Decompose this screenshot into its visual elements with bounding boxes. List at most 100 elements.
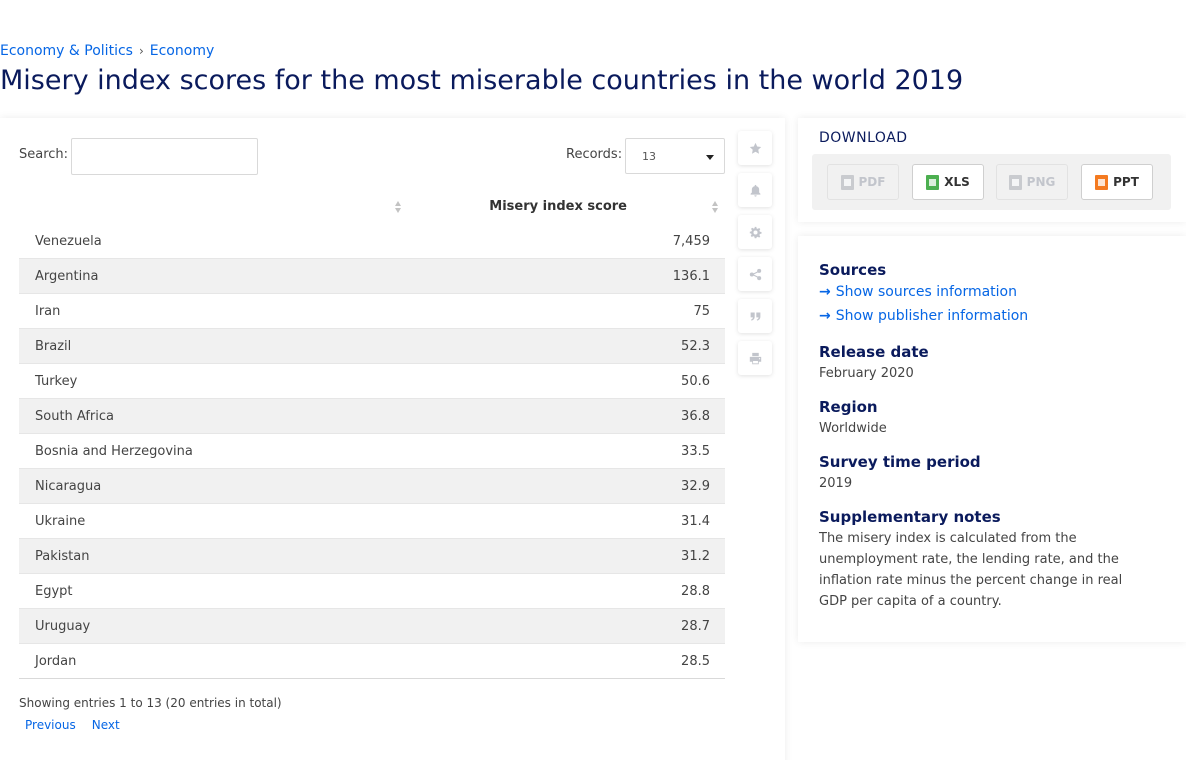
table-row: South Africa 36.8 [19, 399, 725, 434]
country-cell: Venezuela [35, 233, 102, 249]
records-label: Records: [566, 147, 623, 162]
country-cell: Nicaragua [35, 478, 102, 494]
breadcrumb: Economy & Politics › Economy [0, 43, 214, 59]
table-row: Ukraine 31.4 [19, 504, 725, 539]
column-header-score-label: Misery index score [489, 199, 627, 214]
favorite-button[interactable] [738, 131, 772, 165]
country-cell: South Africa [35, 408, 114, 424]
table-row: Turkey 50.6 [19, 364, 725, 399]
quote-icon [750, 311, 760, 321]
download-panel: DOWNLOAD PDF XLS PNG PPT [798, 118, 1186, 222]
supplementary-notes-text: The misery index is calculated from the … [819, 531, 1123, 609]
country-cell: Bosnia and Herzegovina [35, 443, 193, 459]
score-cell: 33.5 [681, 443, 710, 459]
download-ppt-label: PPT [1113, 175, 1139, 189]
download-title: DOWNLOAD [819, 130, 908, 146]
score-cell: 28.8 [681, 583, 710, 599]
records-select-value: 13 [642, 150, 656, 163]
score-cell: 7,459 [672, 233, 710, 249]
pdf-file-icon [840, 174, 854, 190]
region-value: Worldwide [819, 421, 887, 436]
star-icon [749, 142, 761, 154]
page-title: Misery index scores for the most miserab… [0, 65, 964, 96]
country-cell: Turkey [35, 373, 78, 389]
table-row: Uruguay 28.7 [19, 609, 725, 644]
cite-button[interactable] [738, 299, 772, 333]
country-cell: Argentina [35, 268, 99, 284]
info-panel: Sources → Show sources information → Sho… [798, 236, 1186, 642]
country-cell: Brazil [35, 338, 72, 354]
table-row: Bosnia and Herzegovina 33.5 [19, 434, 725, 469]
breadcrumb-economy-politics[interactable]: Economy & Politics [0, 43, 133, 59]
country-cell: Egypt [35, 583, 73, 599]
sort-icon [395, 201, 402, 214]
pager: Previous Next [25, 718, 120, 732]
share-button[interactable] [738, 257, 772, 291]
gear-icon [749, 226, 762, 238]
arrow-right-icon: → [819, 308, 831, 324]
show-publisher-link[interactable]: → Show publisher information [819, 308, 1028, 324]
breadcrumb-separator: › [138, 44, 144, 58]
country-cell: Iran [35, 303, 61, 319]
chevron-down-icon [706, 155, 714, 160]
table-row: Argentina 136.1 [19, 259, 725, 294]
next-page-link[interactable]: Next [92, 718, 120, 732]
previous-page-link[interactable]: Previous [25, 718, 76, 732]
search-input[interactable] [71, 138, 258, 175]
score-cell: 52.3 [681, 338, 710, 354]
release-date-value: February 2020 [819, 366, 914, 381]
download-bar: PDF XLS PNG PPT [812, 154, 1171, 210]
country-cell: Pakistan [35, 548, 90, 564]
download-xls-label: XLS [944, 175, 970, 189]
download-ppt-button[interactable]: PPT [1081, 164, 1153, 200]
table-row: Nicaragua 32.9 [19, 469, 725, 504]
show-sources-link[interactable]: → Show sources information [819, 284, 1017, 300]
region-heading: Region [819, 398, 878, 416]
score-cell: 28.5 [681, 653, 710, 669]
arrow-right-icon: → [819, 284, 831, 300]
score-cell: 50.6 [681, 373, 710, 389]
xls-file-icon [926, 174, 940, 190]
breadcrumb-economy[interactable]: Economy [150, 43, 214, 59]
country-cell: Ukraine [35, 513, 86, 529]
table-row: Brazil 52.3 [19, 329, 725, 364]
share-icon [749, 268, 761, 280]
show-publisher-label: Show publisher information [835, 308, 1029, 324]
survey-period-value: 2019 [819, 476, 853, 491]
bell-icon [750, 184, 760, 197]
download-pdf-button[interactable]: PDF [827, 164, 899, 200]
country-cell: Uruguay [35, 618, 91, 634]
score-cell: 36.8 [681, 408, 710, 424]
country-cell: Jordan [35, 653, 77, 669]
notification-button[interactable] [738, 173, 772, 207]
score-cell: 28.7 [681, 618, 710, 634]
pagination-info: Showing entries 1 to 13 (20 entries in t… [19, 696, 282, 710]
table-row: Iran 75 [19, 294, 725, 329]
sources-heading: Sources [819, 261, 887, 279]
data-table: Venezuela 7,459 Argentina 136.1 Iran 75 Brazil… [19, 224, 725, 679]
score-cell: 31.4 [681, 513, 710, 529]
show-sources-label: Show sources information [835, 284, 1017, 300]
release-date-heading: Release date [819, 343, 929, 361]
table-row: Jordan 28.5 [19, 644, 725, 679]
score-cell: 31.2 [681, 548, 710, 564]
column-header-score[interactable]: Misery index score [412, 192, 725, 222]
download-xls-button[interactable]: XLS [912, 164, 984, 200]
supplementary-notes-heading: Supplementary notes [819, 508, 1001, 526]
search-label: Search: [19, 147, 69, 162]
download-png-label: PNG [1026, 175, 1056, 189]
settings-button[interactable] [738, 215, 772, 249]
survey-period-heading: Survey time period [819, 453, 981, 471]
table-row: Egypt 28.8 [19, 574, 725, 609]
column-header-country[interactable] [19, 192, 409, 222]
score-cell: 75 [693, 303, 710, 319]
table-row: Venezuela 7,459 [19, 224, 725, 259]
table-row: Pakistan 31.2 [19, 539, 725, 574]
png-file-icon [1008, 174, 1022, 190]
records-select[interactable]: 13 [625, 138, 725, 174]
download-png-button[interactable]: PNG [996, 164, 1068, 200]
print-button[interactable] [738, 341, 772, 375]
download-pdf-label: PDF [858, 175, 886, 189]
ppt-file-icon [1095, 174, 1109, 190]
print-icon [749, 352, 761, 364]
